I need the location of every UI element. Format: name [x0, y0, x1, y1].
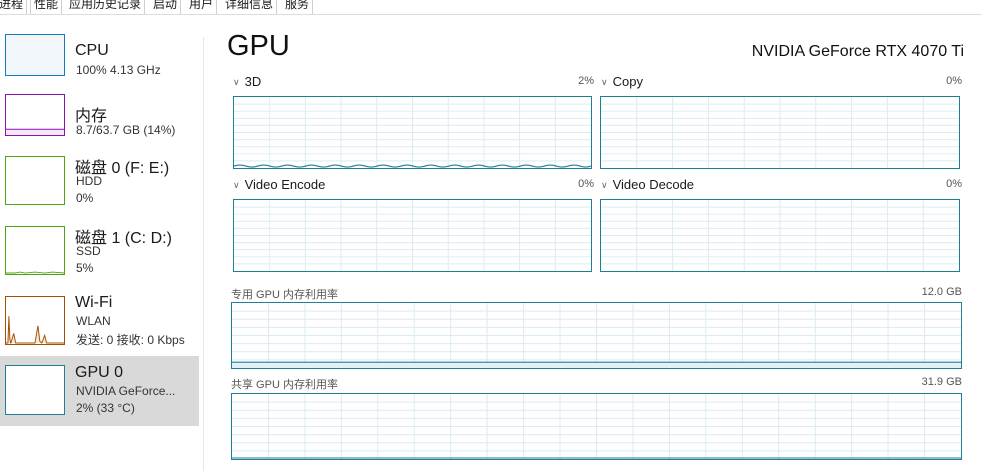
engine-graph-video-encode — [233, 199, 592, 272]
tab-processes[interactable]: 进程 — [0, 0, 28, 14]
engine-graph-video-decode — [600, 199, 960, 272]
shared-memory-max: 31.9 GB — [921, 376, 962, 388]
sidebar-item-type: SSD — [76, 244, 101, 258]
memory-mini-graph — [5, 94, 65, 136]
sidebar-item-detail: 2% (33 °C) — [76, 401, 135, 415]
dedicated-memory-label: 专用 GPU 内存利用率 — [231, 289, 338, 301]
sidebar-item-adapter: WLAN — [76, 314, 111, 328]
gpu-device-name: NVIDIA GeForce RTX 4070 Ti — [751, 43, 964, 60]
sidebar-item-detail: 发送: 0 接收: 0 Kbps — [76, 333, 185, 347]
sidebar-item-title: CPU — [75, 42, 109, 59]
graph-grid — [234, 200, 591, 271]
engine-percent: 2% — [578, 75, 594, 87]
sidebar-item-wifi[interactable]: Wi-Fi WLAN 发送: 0 接收: 0 Kbps — [0, 294, 199, 364]
chevron-down-icon: ∨ — [233, 180, 240, 190]
tab-app-history[interactable]: 应用历史记录 — [66, 0, 146, 14]
sidebar-item-adapter: NVIDIA GeForce... — [76, 384, 176, 398]
graph-grid — [601, 97, 959, 168]
graph-grid — [601, 200, 959, 271]
sidebar-item-disk-1[interactable]: 磁盘 1 (C: D:) SSD 5% — [0, 224, 199, 294]
sidebar-item-disk-0[interactable]: 磁盘 0 (F: E:) HDD 0% — [0, 154, 199, 224]
tab-bar: 进程 性能 应用历史记录 启动 用户 详细信息 服务 — [0, 0, 982, 15]
wifi-mini-graph — [5, 296, 65, 345]
engine-percent: 0% — [946, 178, 962, 190]
chevron-down-icon: ∨ — [601, 180, 608, 190]
sidebar-item-title: Wi-Fi — [75, 294, 113, 311]
utilization-line — [234, 164, 591, 168]
tab-performance[interactable]: 性能 — [30, 0, 63, 14]
memory-usage-fill — [232, 457, 961, 459]
page-title: GPU — [227, 30, 290, 62]
tab-services[interactable]: 服务 — [282, 0, 314, 14]
sidebar-item-detail: 8.7/63.7 GB (14%) — [76, 123, 176, 137]
disk-0-mini-graph — [5, 156, 65, 205]
chevron-down-icon: ∨ — [601, 77, 608, 87]
sidebar-item-type: HDD — [76, 174, 102, 188]
engine-label: Video Encode — [244, 177, 326, 192]
performance-sidebar: CPU 100% 4.13 GHz 内存 8.7/63.7 GB (14%) 磁… — [0, 16, 200, 471]
tab-users[interactable]: 用户 — [186, 0, 218, 14]
engine-selector-video-encode[interactable]: ∨ Video Encode — [233, 177, 325, 192]
tab-startup[interactable]: 启动 — [150, 0, 182, 14]
shared-memory-label: 共享 GPU 内存利用率 — [231, 379, 338, 391]
engine-graph-copy — [600, 96, 960, 169]
chevron-down-icon: ∨ — [233, 77, 240, 87]
engine-selector-3d[interactable]: ∨ 3D — [233, 74, 261, 89]
shared-memory-graph — [231, 393, 962, 460]
disk-1-mini-graph — [5, 226, 65, 275]
gpu-mini-graph — [5, 365, 65, 415]
sidebar-item-title: GPU 0 — [75, 364, 124, 381]
engine-selector-video-decode[interactable]: ∨ Video Decode — [601, 177, 694, 192]
memory-usage-fill — [232, 361, 961, 368]
engine-percent: 0% — [946, 75, 962, 87]
sidebar-item-detail: 5% — [76, 261, 94, 275]
engine-percent: 0% — [578, 178, 594, 190]
engine-label: 3D — [244, 74, 262, 89]
sidebar-item-detail: 100% 4.13 GHz — [76, 63, 161, 77]
dedicated-memory-graph — [231, 302, 962, 369]
engine-label: Video Decode — [612, 177, 695, 192]
engine-selector-copy[interactable]: ∨ Copy — [601, 74, 643, 89]
dedicated-memory-max: 12.0 GB — [921, 286, 962, 298]
sidebar-divider — [203, 37, 204, 471]
sidebar-item-detail: 0% — [76, 191, 94, 205]
tab-details[interactable]: 详细信息 — [222, 0, 278, 14]
sidebar-item-memory[interactable]: 内存 8.7/63.7 GB (14%) — [0, 86, 199, 156]
engine-label: Copy — [612, 74, 643, 89]
sidebar-item-gpu-0[interactable]: GPU 0 NVIDIA GeForce... 2% (33 °C) — [0, 356, 199, 426]
engine-graph-3d — [233, 96, 592, 169]
cpu-mini-graph — [5, 34, 65, 76]
